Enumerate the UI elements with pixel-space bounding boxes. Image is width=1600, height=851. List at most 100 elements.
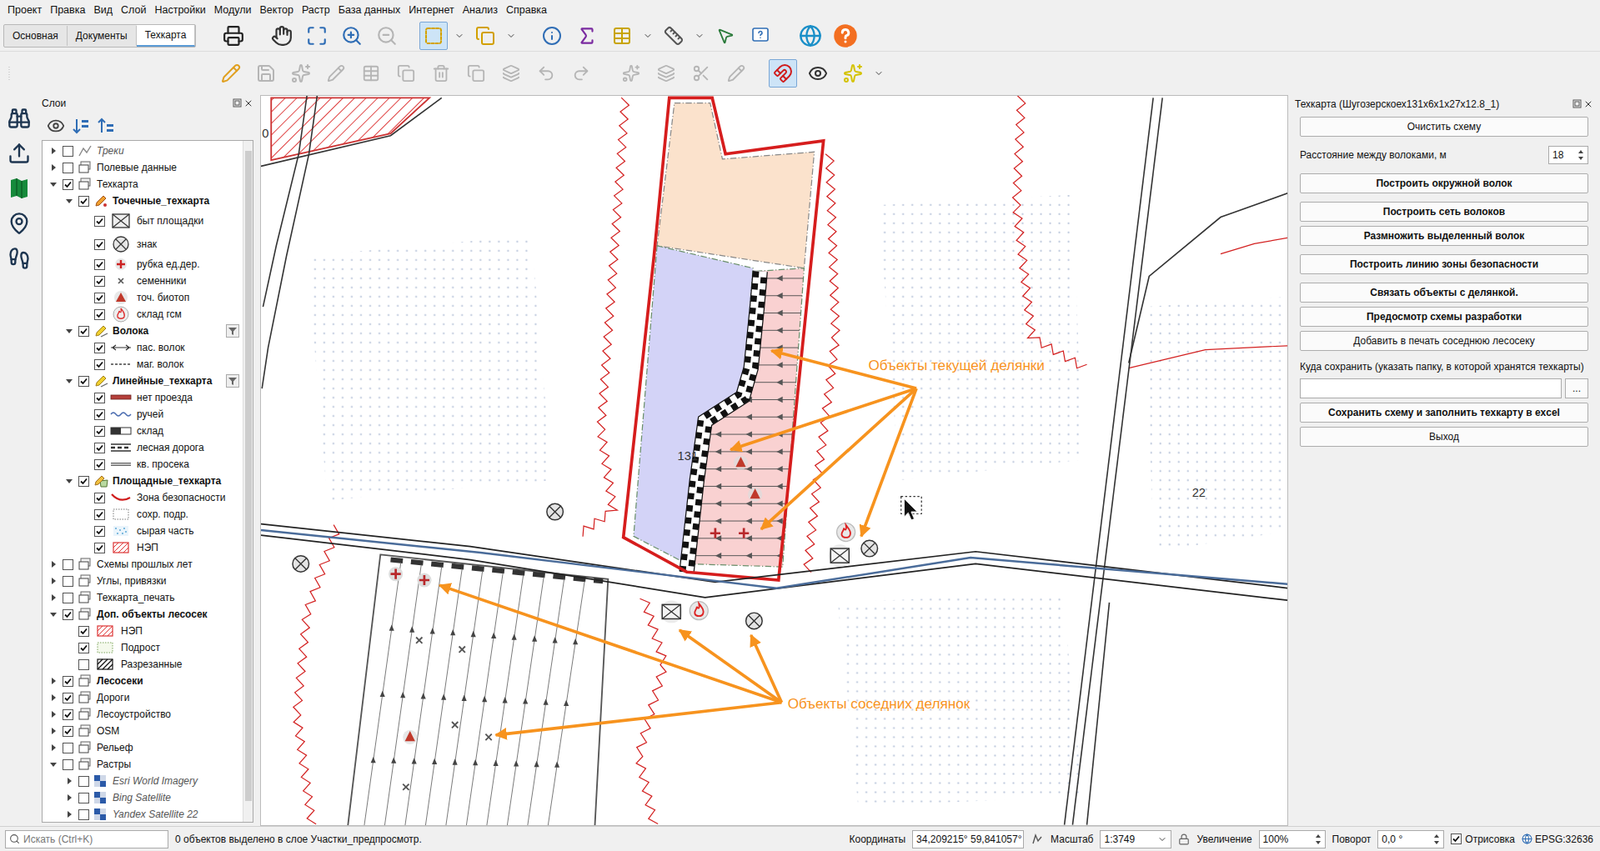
- menu-item[interactable]: Настройки: [150, 2, 210, 19]
- menu-item[interactable]: Модули: [210, 2, 256, 19]
- layer-row[interactable]: Лесоустройство: [42, 706, 243, 723]
- browse-button[interactable]: ...: [1564, 378, 1589, 399]
- spin-arrows-icon[interactable]: [1577, 149, 1585, 161]
- expand-all-icon[interactable]: [71, 116, 91, 136]
- dropdown-arrow-icon[interactable]: [642, 30, 653, 41]
- layer-row[interactable]: Дороги: [42, 689, 243, 707]
- map-view[interactable]: 131220Объекты текущей делянкиОбъекты сос…: [260, 95, 1289, 827]
- lock-icon[interactable]: [1178, 833, 1190, 846]
- sign-marker-icon[interactable]: [861, 540, 878, 557]
- layer-visibility-checkbox[interactable]: [62, 709, 74, 721]
- undo-button[interactable]: [531, 59, 561, 88]
- pointer-button[interactable]: [711, 21, 740, 51]
- layer-row[interactable]: Лесосеки: [42, 672, 243, 690]
- tree-cut-marker-icon[interactable]: [388, 566, 403, 582]
- fuel-store-marker-icon[interactable]: [837, 523, 856, 542]
- menu-item[interactable]: Анализ: [458, 2, 502, 19]
- layer-visibility-checkbox[interactable]: [94, 409, 106, 421]
- layer-row[interactable]: кв. просека: [42, 456, 243, 473]
- layer-row[interactable]: Зона безопасности: [42, 489, 243, 507]
- upload-icon[interactable]: [7, 141, 31, 166]
- layer-row[interactable]: Полевые данные: [42, 159, 243, 176]
- layer-visibility-checkbox[interactable]: [62, 676, 74, 688]
- dock-button[interactable]: Выход: [1299, 426, 1589, 447]
- close-panel-icon[interactable]: [1583, 99, 1594, 110]
- layer-row[interactable]: Точечные_техкарта: [42, 192, 243, 210]
- biotope-marker-icon[interactable]: [733, 456, 748, 471]
- layer-row[interactable]: Bing Satellite: [42, 789, 243, 807]
- layer-visibility-checkbox[interactable]: [94, 292, 106, 304]
- scale-field[interactable]: 1:3749: [1099, 830, 1172, 849]
- menu-item[interactable]: Вид: [89, 2, 117, 19]
- layer-row[interactable]: Техкарта_печать: [42, 589, 243, 607]
- dock-button[interactable]: Построить сеть волоков: [1299, 201, 1589, 222]
- delete-button[interactable]: [426, 59, 456, 88]
- seed-tree-marker-icon[interactable]: [485, 734, 492, 741]
- modify-attributes-button[interactable]: [356, 59, 386, 88]
- layer-visibility-checkbox[interactable]: [94, 359, 106, 371]
- layer-row[interactable]: Волока: [42, 322, 243, 340]
- deselect-button[interactable]: [471, 21, 500, 51]
- seed-tree-marker-icon[interactable]: [451, 722, 458, 728]
- layer-visibility-checkbox[interactable]: [94, 442, 106, 454]
- layer-visibility-checkbox[interactable]: [94, 459, 106, 471]
- route-pins-icon[interactable]: [7, 211, 31, 236]
- layer-visibility-checkbox[interactable]: [94, 426, 106, 437]
- locator-search[interactable]: Искать (Ctrl+K): [5, 830, 169, 849]
- select-tool-button[interactable]: [419, 21, 448, 51]
- collapse-arrow-icon[interactable]: [65, 326, 74, 336]
- layer-row[interactable]: склад: [42, 422, 243, 440]
- layer-visibility-checkbox[interactable]: [94, 239, 106, 251]
- visibility-presets-icon[interactable]: [46, 116, 66, 136]
- paste-button[interactable]: [496, 59, 526, 88]
- layer-visibility-checkbox[interactable]: [62, 742, 74, 754]
- collapse-arrow-icon[interactable]: [65, 476, 74, 486]
- layer-visibility-checkbox[interactable]: [62, 559, 74, 571]
- spin-arrows-icon[interactable]: [1433, 833, 1440, 846]
- identify-button[interactable]: [537, 21, 567, 51]
- layer-row[interactable]: знак: [42, 232, 243, 256]
- print-button[interactable]: [219, 21, 248, 51]
- expand-arrow-icon[interactable]: [49, 710, 58, 719]
- biotope-marker-icon[interactable]: [402, 730, 417, 745]
- vertex-tool-button[interactable]: [321, 59, 351, 88]
- expand-arrow-icon[interactable]: [49, 727, 58, 736]
- camp-marker-icon[interactable]: [828, 544, 852, 567]
- layer-visibility-checkbox[interactable]: [62, 726, 74, 738]
- menu-item[interactable]: База данных: [334, 2, 405, 19]
- dock-button[interactable]: Связать объекты с делянкой.: [1299, 282, 1589, 303]
- layer-row[interactable]: Углы, привязки: [42, 572, 243, 590]
- spin-arrows-icon[interactable]: [1314, 833, 1322, 846]
- layer-row[interactable]: OSM: [42, 722, 243, 740]
- layer-visibility-checkbox[interactable]: [62, 162, 74, 174]
- layer-visibility-checkbox[interactable]: [62, 179, 74, 191]
- save-edits-button[interactable]: [251, 59, 281, 88]
- expand-arrow-icon[interactable]: [65, 810, 74, 819]
- layer-row[interactable]: Yandex Satellite 22: [42, 806, 243, 823]
- dropdown-arrow-icon[interactable]: [506, 30, 517, 41]
- layer-visibility-checkbox[interactable]: [78, 326, 90, 337]
- layer-visibility-checkbox[interactable]: [94, 215, 106, 227]
- layer-row[interactable]: нет проезда: [42, 389, 243, 407]
- dropdown-arrow-icon[interactable]: [873, 68, 884, 79]
- layer-row[interactable]: точ. биотоп: [42, 289, 243, 306]
- layer-visibility-checkbox[interactable]: [78, 476, 90, 487]
- reshape-button[interactable]: [722, 59, 751, 88]
- layer-visibility-checkbox[interactable]: [62, 576, 74, 587]
- dock-button[interactable]: Добавить в печать соседнюю лесосеку: [1299, 331, 1589, 352]
- tree-cut-marker-icon[interactable]: [416, 572, 432, 587]
- layer-visibility-checkbox[interactable]: [94, 275, 106, 287]
- layer-tree-scrollbar[interactable]: [242, 140, 253, 823]
- layer-visibility-checkbox[interactable]: [94, 526, 106, 537]
- tree-cut-marker-icon[interactable]: [710, 528, 721, 539]
- layer-row[interactable]: маг. волок: [42, 356, 243, 373]
- collapse-arrow-icon[interactable]: [65, 196, 74, 206]
- expand-arrow-icon[interactable]: [49, 593, 58, 602]
- toolbar-tab[interactable]: Техкарта: [136, 25, 196, 47]
- biotope-marker-icon[interactable]: [747, 487, 763, 502]
- layer-visibility-checkbox[interactable]: [78, 376, 90, 387]
- layer-row[interactable]: Площадные_техкарта: [42, 472, 243, 490]
- dock-button[interactable]: Предосмотр схемы разработки: [1299, 306, 1589, 327]
- layer-row[interactable]: НЭП: [42, 622, 243, 640]
- layer-row[interactable]: рубка ед.дер.: [42, 255, 243, 273]
